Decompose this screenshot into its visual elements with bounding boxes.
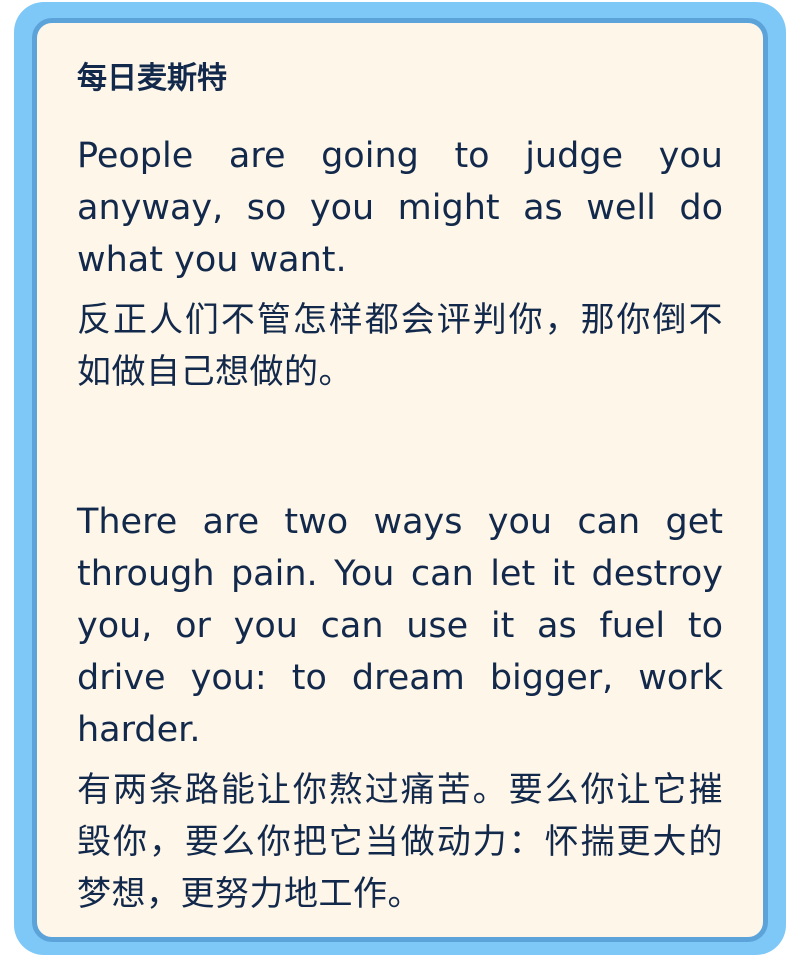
quote-spacer <box>77 398 723 496</box>
quote-1-english: People are going to judge you anyway, so… <box>77 136 723 280</box>
quote-2-chinese: 有两条路能让你熬过痛苦。要么你让它摧毁你，要么你把它当做动力：怀揣更大的梦想，更… <box>77 770 723 914</box>
quote-1-chinese: 反正人们不管怎样都会评判你，那你倒不如做自己想做的。 <box>77 300 723 392</box>
card-title: 每日麦斯特 <box>77 61 227 96</box>
quote-card: 每日麦斯特 People are going to judge you anyw… <box>32 18 768 942</box>
quote-2-english: There are two ways you can get through p… <box>77 502 723 750</box>
